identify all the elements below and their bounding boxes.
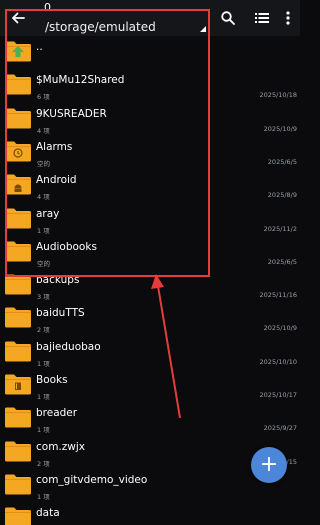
add-fab-button[interactable]: +: [251, 447, 287, 483]
annotation-arrow: [151, 274, 181, 419]
file-manager-app: 0 /storage/emulated .. $MuMu12Shared 6 项…: [0, 0, 300, 525]
plus-icon: +: [259, 452, 279, 477]
